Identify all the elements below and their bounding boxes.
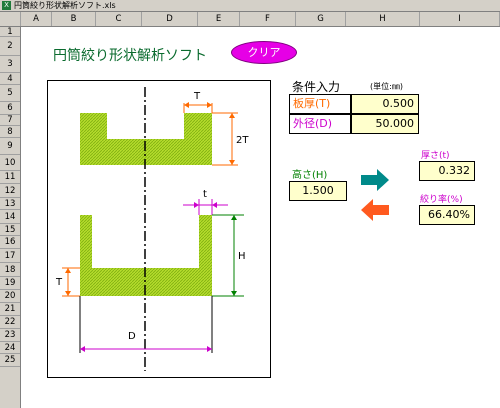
dim-label-D: D (128, 331, 136, 342)
column-header-d[interactable]: D (142, 12, 198, 26)
row-header-10[interactable]: 10 (0, 155, 20, 171)
window-title: 円筒絞り形状解析ソフト.xls (14, 1, 116, 10)
row-header-12[interactable]: 12 (0, 184, 20, 198)
blank-part-top (80, 113, 212, 165)
column-header-c[interactable]: C (96, 12, 142, 26)
dim-T-top (183, 102, 213, 113)
row-header-1[interactable]: 1 (0, 27, 20, 37)
app-title: 円筒絞り形状解析ソフト (53, 48, 207, 64)
dim-D (79, 296, 213, 353)
column-header-g[interactable]: G (296, 12, 346, 26)
dim-label-T-top: T (193, 91, 201, 102)
excel-icon: X (2, 1, 11, 10)
row-header-19[interactable]: 19 (0, 277, 20, 290)
column-header-a[interactable]: A (21, 12, 52, 26)
row-header-2[interactable]: 2 (0, 37, 20, 56)
dim-t (183, 199, 228, 215)
column-header-h[interactable]: H (346, 12, 420, 26)
row-header-22[interactable]: 22 (0, 316, 20, 329)
row-header-7[interactable]: 7 (0, 115, 20, 126)
dim-label-t: t (203, 189, 207, 200)
row-header-5[interactable]: 5 (0, 85, 20, 102)
column-header-b[interactable]: B (52, 12, 96, 26)
result-thickness-value: 0.332 (419, 161, 475, 181)
right-arrow-icon (361, 169, 389, 191)
row-header-6[interactable]: 6 (0, 102, 20, 115)
row-header-25[interactable]: 25 (0, 354, 20, 367)
row-header-4[interactable]: 4 (0, 73, 20, 85)
dim-label-H: H (238, 251, 246, 262)
result-ratio-label: 絞り率(%) (420, 195, 463, 205)
row-header-3[interactable]: 3 (0, 56, 20, 73)
row-header-11[interactable]: 11 (0, 171, 20, 184)
row-header-14[interactable]: 14 (0, 210, 20, 224)
cylinder-diagram: T 2T t H T D (47, 80, 271, 378)
result-thickness-label: 厚さ(t) (421, 151, 450, 161)
dim-T-bottom (62, 267, 80, 297)
cylinder-diagram-svg: T 2T t H T D (55, 87, 249, 371)
select-all-corner[interactable] (0, 12, 21, 26)
thickness-input[interactable]: 0.500 (351, 94, 419, 114)
left-arrow-icon (361, 199, 389, 221)
height-label: 高さ(H) (292, 170, 328, 181)
dim-label-2T: 2T (236, 135, 249, 146)
column-header-i[interactable]: I (420, 12, 500, 26)
diameter-input[interactable]: 50.000 (351, 114, 419, 134)
column-header-bar: A B C D E F G H I (0, 12, 500, 27)
column-header-f[interactable]: F (240, 12, 296, 26)
row-header-18[interactable]: 18 (0, 263, 20, 277)
row-header-13[interactable]: 13 (0, 198, 20, 210)
worksheet[interactable]: 円筒絞り形状解析ソフト クリア T 2T t H T D 条件入力 (単位:㎜)… (21, 27, 500, 408)
window-titlebar: X 円筒絞り形状解析ソフト.xls (0, 0, 500, 12)
row-header-20[interactable]: 20 (0, 290, 20, 303)
thickness-label: 板厚(T) (289, 94, 351, 114)
row-header-9[interactable]: 9 (0, 138, 20, 155)
height-input[interactable]: 1.500 (289, 181, 347, 201)
units-label: (単位:㎜) (370, 82, 403, 91)
drawn-part-bottom (80, 215, 212, 296)
row-header-bar: 1 2 3 4 5 6 7 8 9 10 11 12 13 14 15 16 17 18 19 20 21 22 23 24 2… (0, 27, 21, 408)
row-header-21[interactable]: 21 (0, 303, 20, 316)
row-header-23[interactable]: 23 (0, 329, 20, 342)
result-ratio-value: 66.40% (419, 205, 475, 225)
clear-button[interactable]: クリア (231, 41, 297, 64)
column-header-e[interactable]: E (198, 12, 240, 26)
row-header-8[interactable]: 8 (0, 126, 20, 138)
dim-label-T-bottom: T (55, 277, 63, 288)
row-header-17[interactable]: 17 (0, 249, 20, 263)
conditions-header: 条件入力 (292, 80, 341, 94)
row-header-16[interactable]: 16 (0, 236, 20, 249)
row-header-15[interactable]: 15 (0, 224, 20, 236)
diameter-label: 外径(D) (289, 114, 351, 134)
row-header-24[interactable]: 24 (0, 342, 20, 354)
dim-2T (212, 112, 238, 166)
